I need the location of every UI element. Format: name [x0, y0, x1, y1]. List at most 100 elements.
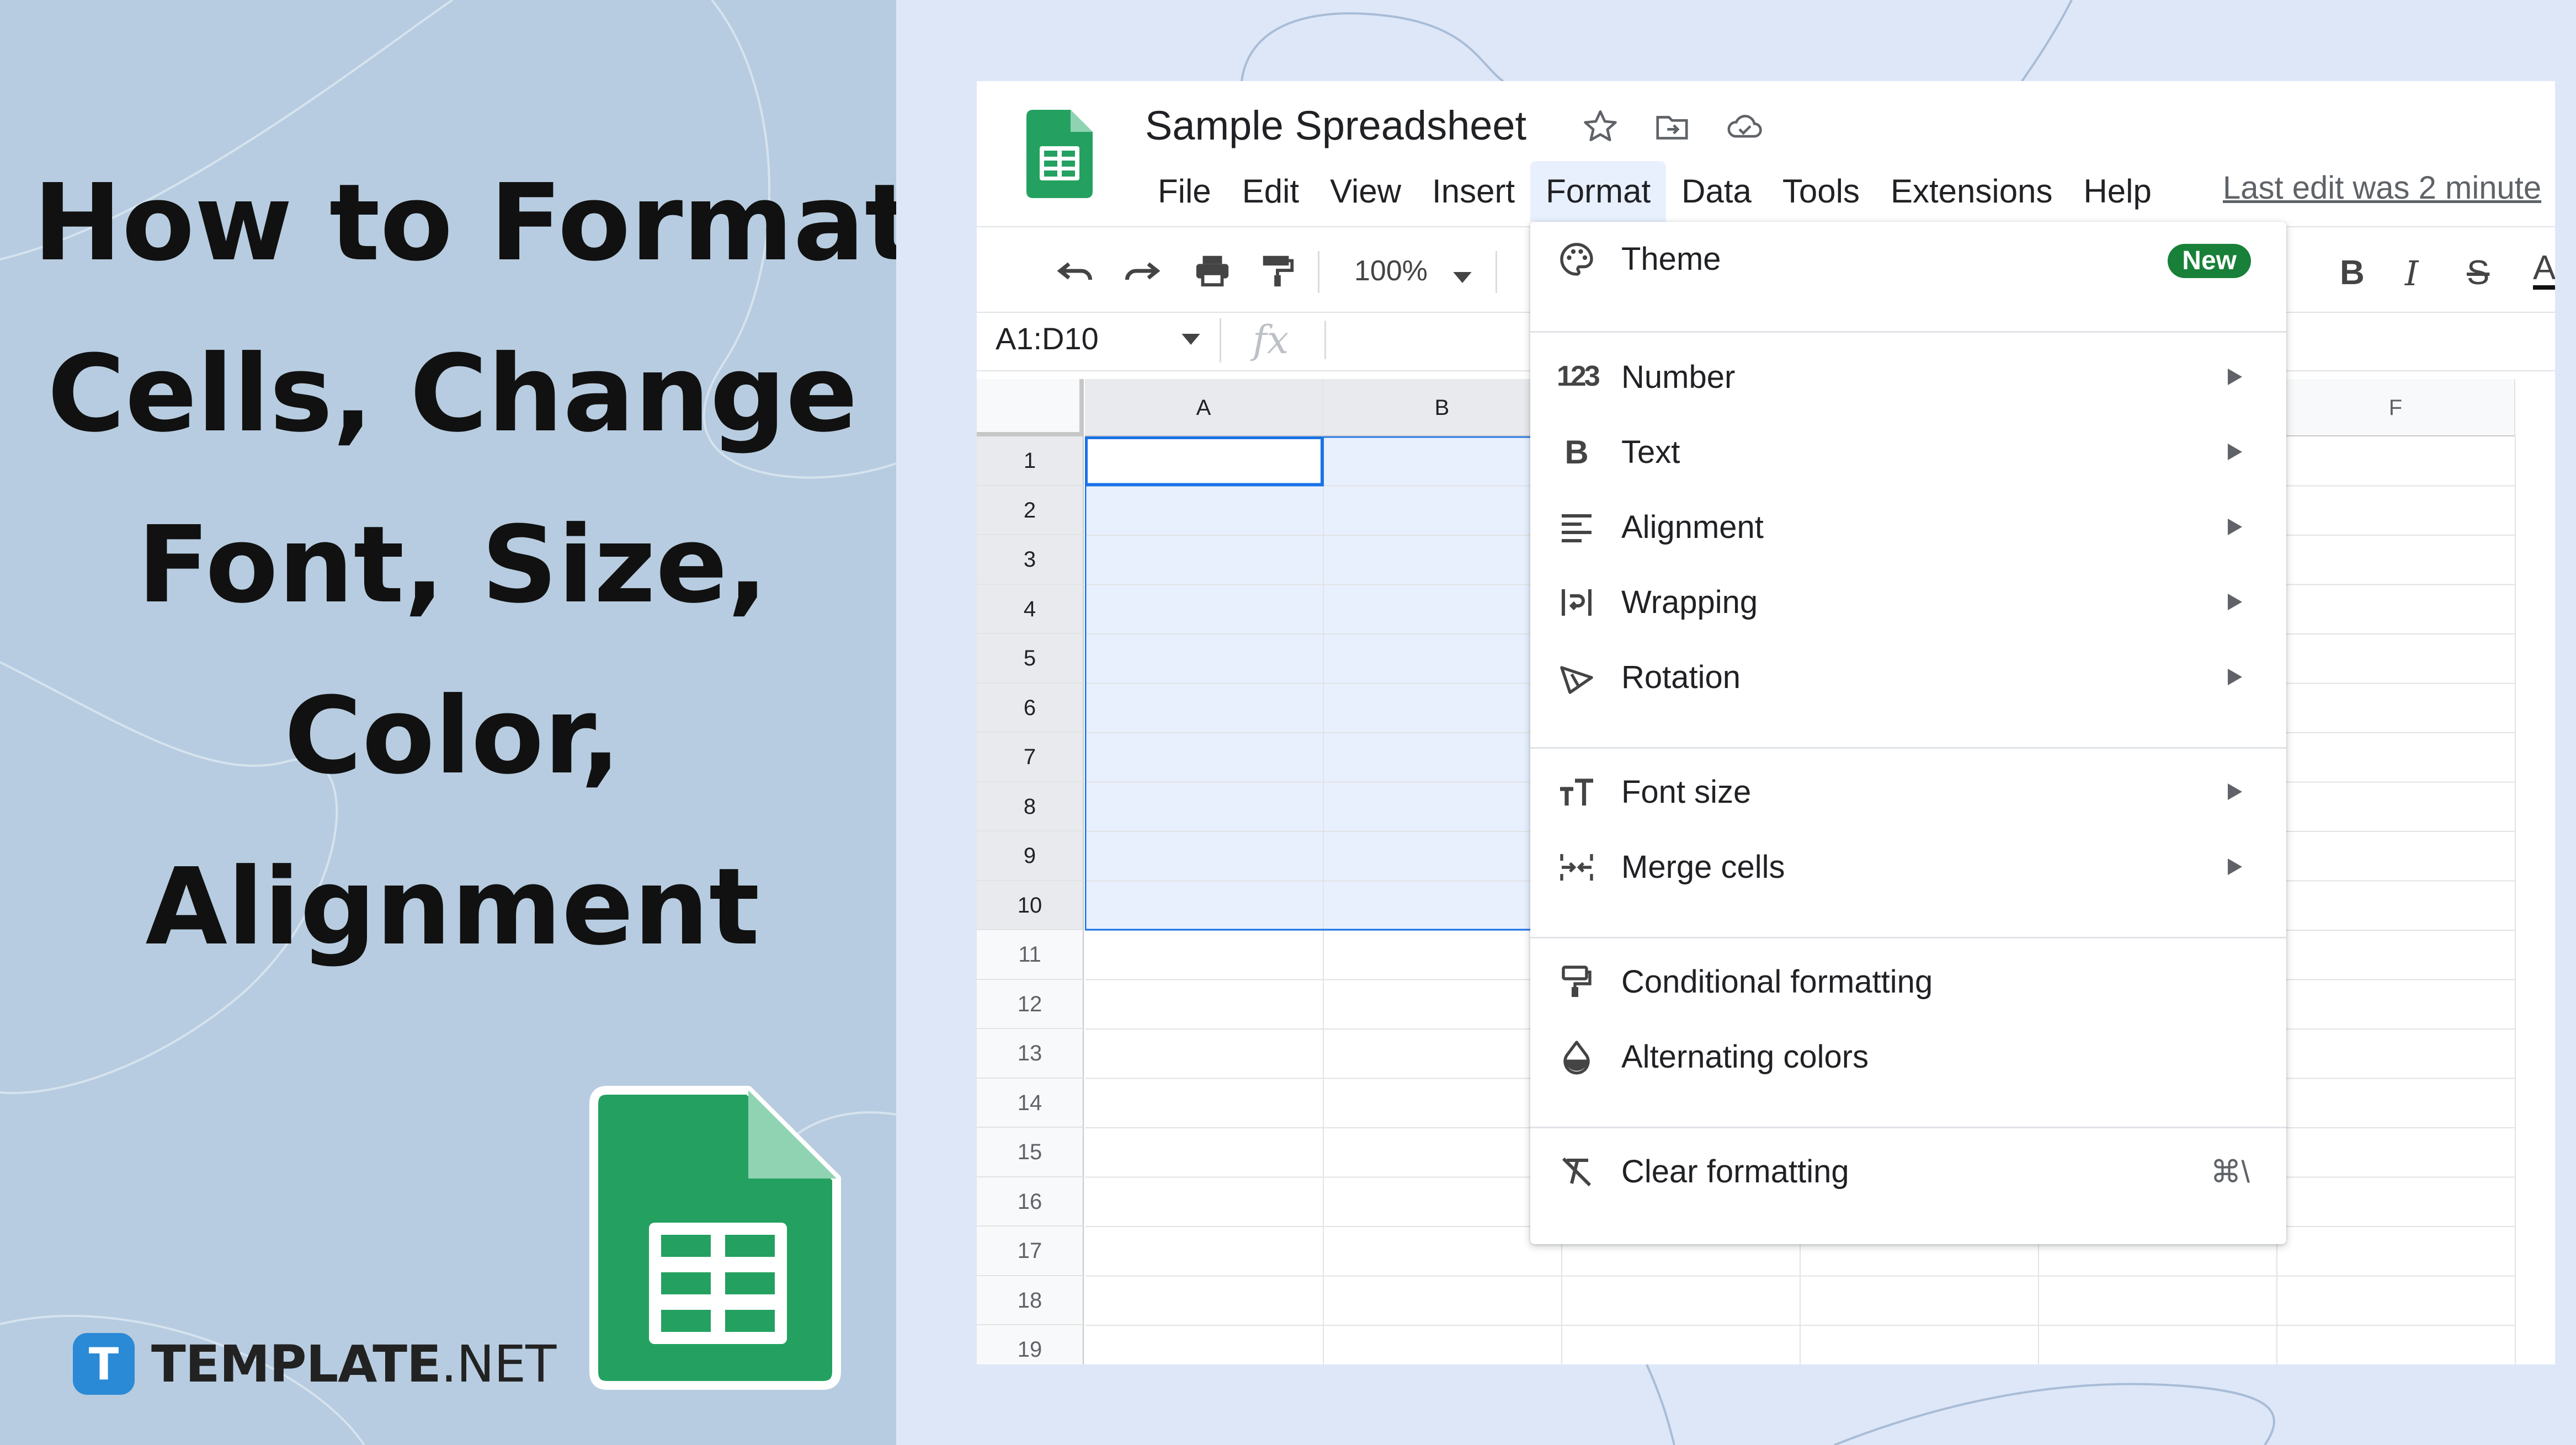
fx-separator [1220, 318, 1221, 362]
italic-button[interactable]: I [2405, 253, 2419, 294]
menu-format[interactable]: Format [1530, 161, 1667, 222]
headline-line-1: How to Format [33, 162, 896, 285]
new-badge: New [2168, 244, 2251, 278]
row-header-14[interactable]: 14 [977, 1078, 1084, 1128]
last-edit-link[interactable]: Last edit was 2 minute [2223, 169, 2541, 206]
shortcut-clear-formatting: ⌘\ [2210, 1154, 2250, 1189]
row-header-1[interactable]: 1 [977, 436, 1084, 486]
headline-line-2: Cells, Change [47, 333, 858, 456]
star-icon[interactable] [1581, 108, 1620, 146]
format-menu: Theme New 123 Number B Text Alignment Wr… [1530, 222, 2286, 1244]
row-header-10[interactable]: 10 [977, 881, 1084, 930]
number-format-icon: 123 [1557, 360, 1600, 392]
submenu-arrow-icon [2228, 444, 2242, 460]
google-sheets-logo-large [589, 1086, 841, 1390]
menu-data[interactable]: Data [1666, 161, 1767, 222]
menu-bar: File Edit View Insert Format Data Tools … [1142, 161, 2167, 222]
submenu-arrow-icon [2228, 669, 2242, 685]
row-header-2[interactable]: 2 [977, 486, 1084, 535]
paint-format-icon[interactable] [1258, 251, 1297, 290]
headline: How to Format Cells, Change Font, Size, … [33, 138, 896, 993]
name-box-dropdown-icon[interactable] [1181, 334, 1201, 345]
submenu-arrow-icon [2228, 859, 2242, 875]
row-header-6[interactable]: 6 [977, 683, 1084, 733]
menu-item-alignment[interactable]: Alignment [1530, 490, 2286, 565]
template-net-mark: T [73, 1333, 135, 1395]
menu-view[interactable]: View [1314, 161, 1417, 222]
formula-input-start[interactable] [1324, 321, 1326, 359]
text-color-button[interactable]: A [2533, 251, 2555, 290]
headline-line-5: Alignment [145, 846, 760, 969]
row-header-11[interactable]: 11 [977, 930, 1084, 980]
menu-edit[interactable]: Edit [1227, 161, 1314, 222]
menu-tools[interactable]: Tools [1767, 161, 1875, 222]
clear-format-icon [1562, 1157, 1592, 1187]
row-header-15[interactable]: 15 [977, 1128, 1084, 1177]
brand-bold: TEMPLATE [151, 1334, 441, 1394]
menu-item-rotation-label: Rotation [1621, 659, 1741, 695]
menu-item-font-size[interactable]: Font size [1530, 755, 2286, 830]
menu-insert[interactable]: Insert [1417, 161, 1530, 222]
name-box[interactable]: A1:D10 [996, 321, 1099, 356]
row-header-3[interactable]: 3 [977, 535, 1084, 585]
menu-item-number[interactable]: 123 Number [1530, 340, 2286, 415]
select-all-corner[interactable] [977, 379, 1084, 436]
menu-item-wrapping[interactable]: Wrapping [1530, 565, 2286, 640]
menu-item-number-label: Number [1621, 359, 1736, 395]
menu-separator [1530, 331, 2286, 333]
sheets-app-icon[interactable] [1026, 110, 1093, 198]
left-panel: How to Format Cells, Change Font, Size, … [0, 0, 896, 1445]
document-title[interactable]: Sample Spreadsheet [1145, 102, 1526, 149]
menu-item-alternating-colors[interactable]: Alternating colors [1530, 1020, 2286, 1095]
menu-item-merge-cells-label: Merge cells [1621, 849, 1785, 885]
cloud-status-icon[interactable] [1725, 108, 1765, 146]
fill-drop-icon [1563, 1041, 1590, 1075]
row-header-19[interactable]: 19 [977, 1325, 1084, 1364]
merge-cells-icon [1560, 854, 1593, 881]
row-header-7[interactable]: 7 [977, 733, 1084, 782]
menu-item-rotation[interactable]: Rotation [1530, 640, 2286, 715]
menu-item-theme[interactable]: Theme New [1530, 222, 2286, 297]
align-left-icon [1562, 514, 1592, 542]
menu-item-alignment-label: Alignment [1621, 509, 1764, 545]
brand-thin: .NET [440, 1334, 556, 1394]
menu-separator [1530, 747, 2286, 749]
row-header-4[interactable]: 4 [977, 584, 1084, 634]
menu-extensions[interactable]: Extensions [1875, 161, 2068, 222]
zoom-dropdown-icon[interactable] [1452, 272, 1472, 283]
undo-icon[interactable] [1054, 253, 1098, 289]
row-header-18[interactable]: 18 [977, 1276, 1084, 1325]
template-net-wordmark: TEMPLATE.NET [151, 1335, 556, 1394]
menu-help[interactable]: Help [2068, 161, 2167, 222]
text-wrap-icon [1562, 589, 1592, 616]
column-header-b[interactable]: B [1323, 379, 1562, 436]
palette-icon [1560, 243, 1593, 276]
fx-icon: fx [1253, 317, 1289, 362]
menu-item-theme-label: Theme [1621, 241, 1721, 277]
menu-item-alternating-colors-label: Alternating colors [1621, 1039, 1869, 1075]
row-header-12[interactable]: 12 [977, 979, 1084, 1029]
move-to-folder-icon[interactable] [1653, 108, 1691, 146]
row-header-16[interactable]: 16 [977, 1177, 1084, 1227]
strikethrough-button[interactable]: S [2467, 253, 2489, 292]
print-icon[interactable] [1192, 251, 1233, 290]
menu-file[interactable]: File [1142, 161, 1227, 222]
menu-item-merge-cells[interactable]: Merge cells [1530, 830, 2286, 905]
submenu-arrow-icon [2228, 369, 2242, 385]
row-header-13[interactable]: 13 [977, 1029, 1084, 1079]
column-header-a[interactable]: A [1085, 379, 1323, 436]
zoom-select[interactable]: 100% [1354, 254, 1428, 287]
active-cell-a1[interactable] [1085, 436, 1324, 487]
column-header-f[interactable]: F [2277, 379, 2515, 436]
menu-item-conditional-formatting[interactable]: Conditional formatting [1530, 945, 2286, 1020]
redo-icon[interactable] [1119, 253, 1163, 289]
row-header-5[interactable]: 5 [977, 634, 1084, 684]
row-header-17[interactable]: 17 [977, 1227, 1084, 1276]
bold-button[interactable]: B [2340, 253, 2365, 292]
menu-item-clear-formatting[interactable]: Clear formatting ⌘\ [1530, 1134, 2286, 1209]
row-header-8[interactable]: 8 [977, 782, 1084, 831]
menu-item-text[interactable]: B Text [1530, 415, 2286, 490]
row-header-9[interactable]: 9 [977, 831, 1084, 881]
menu-item-text-label: Text [1621, 434, 1680, 470]
toolbar-separator [1318, 251, 1319, 293]
